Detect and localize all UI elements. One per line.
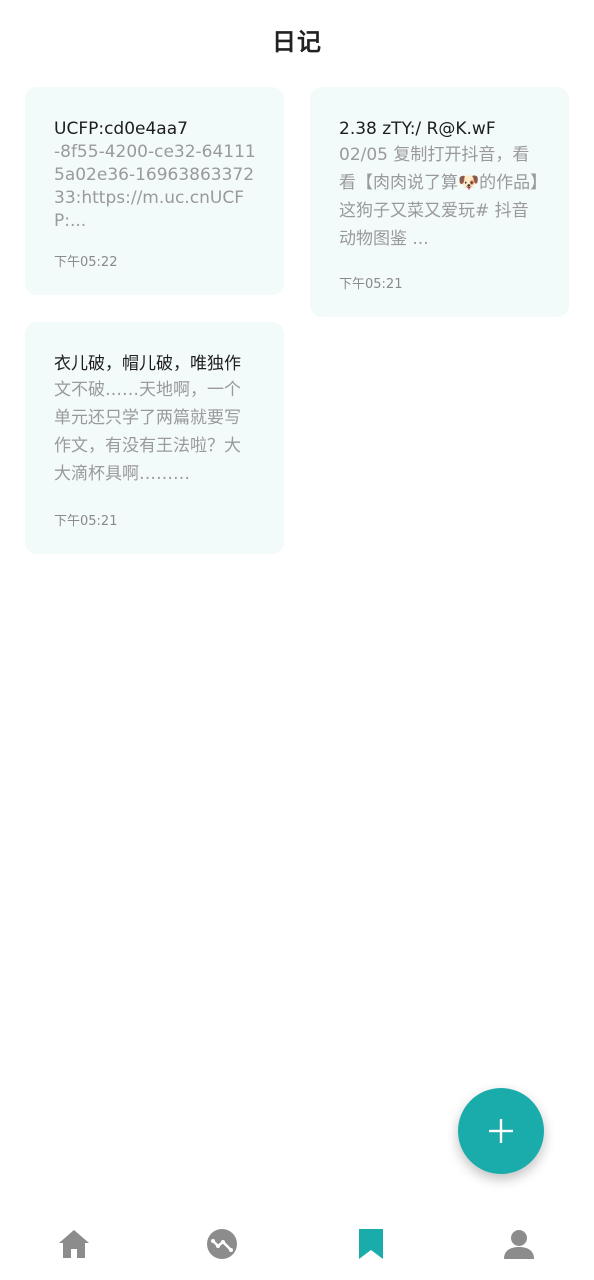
diary-card[interactable]: 衣儿破，帽儿破，唯独作 文不破……天地啊，一个单元还只学了两篇就要写作文，有没有… — [25, 322, 284, 554]
page-title: 日记 — [272, 28, 322, 56]
nav-statistics[interactable] — [202, 1224, 242, 1264]
card-preview: 文不破……天地啊，一个单元还只学了两篇就要写作文，有没有王法啦？大大滴杯具啊……… — [54, 380, 241, 484]
nav-home[interactable] — [54, 1224, 94, 1264]
trend-chart-icon — [207, 1229, 237, 1259]
plus-icon — [489, 1119, 513, 1143]
card-timestamp: 下午05:21 — [339, 277, 403, 292]
card-title: 2.38 zTY:/ R@K.wF — [339, 119, 496, 139]
add-entry-button[interactable] — [458, 1088, 544, 1174]
nav-diary[interactable] — [351, 1224, 391, 1264]
nav-profile[interactable] — [499, 1224, 539, 1264]
user-icon — [504, 1230, 534, 1259]
home-icon — [59, 1230, 89, 1258]
diary-card[interactable]: 2.38 zTY:/ R@K.wF 02/05 复制打开抖音，看看【肉肉说了算🐶… — [310, 87, 569, 317]
card-preview: -8f55-4200-ce32-641115a02e36-16963863372… — [54, 142, 256, 231]
card-timestamp: 下午05:22 — [54, 255, 118, 270]
bottom-navigation — [0, 1210, 594, 1280]
diary-card[interactable]: UCFP:cd0e4aa7 -8f55-4200-ce32-641115a02e… — [25, 87, 284, 295]
card-title: 衣儿破，帽儿破，唯独作 — [54, 354, 241, 374]
card-preview: 02/05 复制打开抖音，看看【肉肉说了算🐶的作品】这狗子又菜又爱玩# 抖音动物… — [339, 145, 539, 249]
bookmark-icon — [359, 1229, 383, 1259]
card-timestamp: 下午05:21 — [54, 514, 118, 529]
diary-screen: 日记 UCFP:cd0e4aa7 -8f55-4200-ce32-641115a… — [0, 0, 594, 1280]
card-title: UCFP:cd0e4aa7 — [54, 119, 188, 139]
